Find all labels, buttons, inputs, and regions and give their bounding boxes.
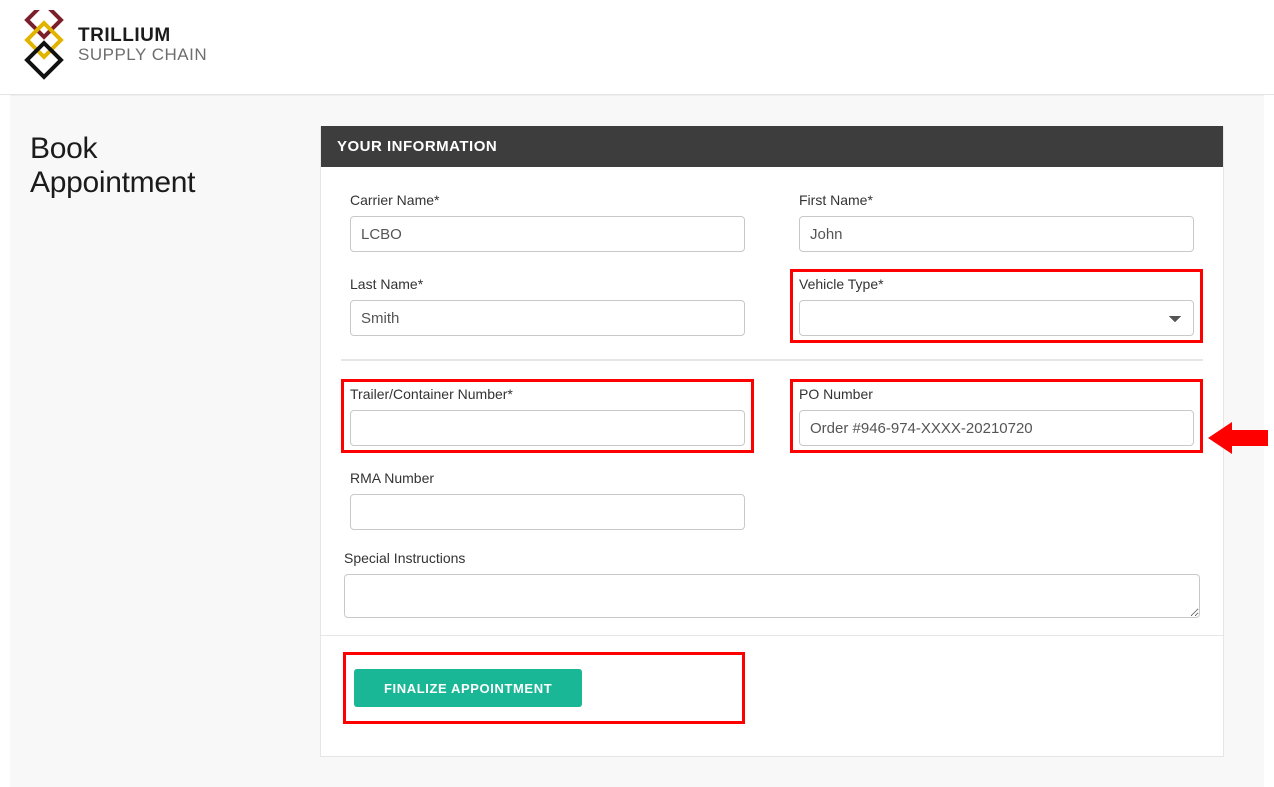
field-trailer-number: Trailer/Container Number*: [341, 379, 754, 453]
label-po-number: PO Number: [799, 386, 1194, 402]
vehicle-type-select[interactable]: [799, 300, 1194, 336]
carrier-name-input[interactable]: [350, 216, 745, 252]
label-first-name: First Name*: [799, 192, 1194, 208]
field-vehicle-type: Vehicle Type*: [790, 269, 1203, 343]
content: Book Appointment YOUR INFORMATION Carrie…: [10, 95, 1264, 787]
label-vehicle-type: Vehicle Type*: [799, 276, 1194, 292]
rma-number-input[interactable]: [350, 494, 745, 530]
brand-subtitle: SUPPLY CHAIN: [78, 46, 207, 64]
page-title: Book Appointment: [30, 132, 310, 200]
label-special-instructions: Special Instructions: [344, 550, 1200, 566]
po-number-input[interactable]: [799, 410, 1194, 446]
field-first-name: First Name*: [790, 185, 1203, 259]
section-header-your-info: YOUR INFORMATION: [321, 126, 1223, 167]
finalize-appointment-button[interactable]: FINALIZE APPOINTMENT: [354, 669, 582, 707]
form-card: YOUR INFORMATION Carrier Name* First Nam…: [320, 126, 1224, 757]
last-name-input[interactable]: [350, 300, 745, 336]
brand-text: TRILLIUM SUPPLY CHAIN: [78, 26, 207, 64]
field-special-instructions: Special Instructions: [341, 547, 1203, 621]
header: TRILLIUM SUPPLY CHAIN: [0, 0, 1274, 95]
label-trailer-number: Trailer/Container Number*: [350, 386, 745, 402]
label-last-name: Last Name*: [350, 276, 745, 292]
trailer-number-input[interactable]: [350, 410, 745, 446]
brand-logo: [20, 10, 68, 80]
field-rma-number: RMA Number: [341, 463, 754, 537]
label-carrier-name: Carrier Name*: [350, 192, 745, 208]
special-instructions-input[interactable]: [344, 574, 1200, 618]
field-carrier-name: Carrier Name*: [341, 185, 754, 259]
field-po-number: PO Number: [790, 379, 1203, 453]
field-last-name: Last Name*: [341, 269, 754, 343]
first-name-input[interactable]: [799, 216, 1194, 252]
label-rma-number: RMA Number: [350, 470, 745, 486]
divider: [341, 359, 1203, 361]
brand-name: TRILLIUM: [78, 26, 207, 46]
